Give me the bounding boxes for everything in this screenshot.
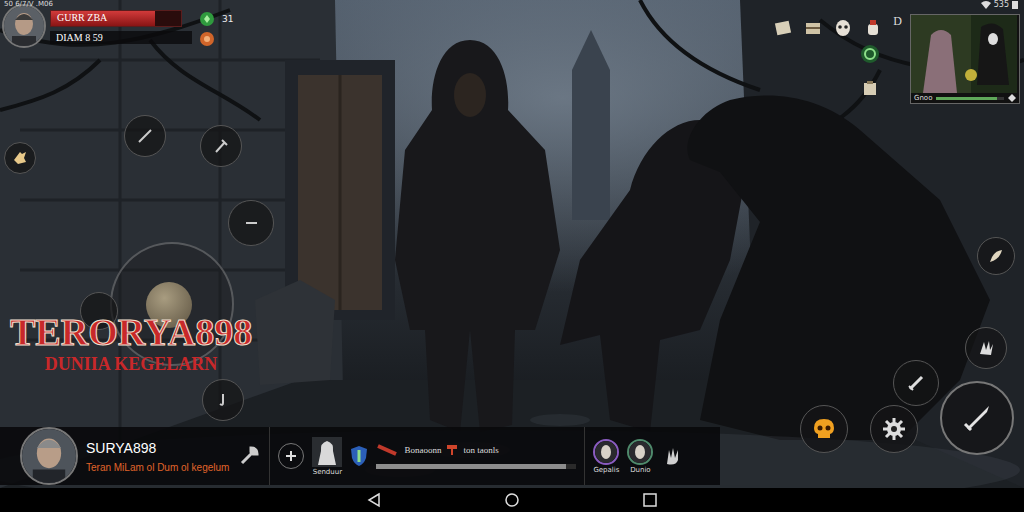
skill-button[interactable]	[202, 379, 244, 421]
minimap-bar	[936, 97, 1004, 100]
shield-icon[interactable]	[350, 445, 368, 467]
game-screen: 50 6/7/V .M06 535 GURR ZBA DIAM 8 59 31 D Gnoo…	[0, 0, 1024, 512]
logo-subtitle: DUNIIA KEGELARN	[45, 354, 218, 375]
portrait-icon	[629, 441, 651, 463]
logo-title: TERORYA898	[10, 310, 252, 354]
gear-icon	[882, 417, 906, 441]
quest-progress	[376, 464, 576, 469]
claw-icon	[976, 338, 996, 358]
health-bar: GURR ZBA	[50, 10, 182, 27]
skill-button[interactable]	[124, 115, 166, 157]
companion[interactable]: Gepalis	[593, 439, 619, 474]
stat-bar: DIAM 8 59	[50, 31, 192, 44]
character-card[interactable]: Senduur	[312, 437, 342, 476]
companion[interactable]: Dunio	[627, 439, 653, 474]
emote-button[interactable]	[4, 142, 36, 174]
feather-button[interactable]	[977, 237, 1015, 275]
profile-avatar[interactable]	[20, 427, 78, 485]
blade-icon	[136, 127, 154, 145]
wrench-icon[interactable]	[237, 444, 261, 468]
skill-button[interactable]	[200, 125, 242, 167]
player-panel[interactable]: GURR ZBA DIAM 8 59 31	[2, 4, 233, 48]
hooded-figure	[395, 40, 560, 432]
claw-button[interactable]	[965, 327, 1007, 369]
potion-icon[interactable]	[863, 18, 883, 38]
hud: 50 6/7/V .M06 535 GURR ZBA DIAM 8 59 31 D Gnoo…	[0, 0, 1024, 488]
hooded-creature	[687, 95, 990, 440]
mask-icon[interactable]	[833, 18, 853, 38]
profile-name: SURYA898	[86, 440, 229, 456]
face-icon	[22, 429, 76, 483]
scroll-icon[interactable]	[773, 18, 793, 38]
battery-icon	[1012, 0, 1018, 9]
diamond-icon	[1008, 94, 1016, 102]
feather-icon	[987, 247, 1005, 265]
status-time: 50 6/7/V .M06	[4, 0, 53, 8]
back-icon[interactable]	[366, 492, 382, 508]
quest-tag: ton taonls	[463, 445, 498, 455]
game-view: 50 6/7/V .M06 535 GURR ZBA DIAM 8 59 31 D Gnoo…	[0, 0, 1024, 488]
axe-icon	[212, 137, 230, 155]
bottom-bar: SURYA898 Teran MiLam ol Dum ol kegelum Sen…	[0, 427, 720, 485]
skill-button[interactable]	[228, 200, 274, 246]
battery-text: 535	[994, 0, 1009, 9]
recents-icon[interactable]	[642, 492, 658, 508]
gem-count: 31	[222, 14, 233, 24]
companion-label: Gepalis	[593, 466, 619, 474]
status-icons: 535	[981, 0, 1018, 9]
character-icon	[312, 437, 342, 467]
minimap-caption: Gnoo	[914, 94, 932, 102]
chest-icon[interactable]	[803, 18, 823, 38]
hook-icon	[214, 391, 232, 409]
sword-icon	[905, 372, 927, 394]
dagger-icon	[242, 214, 260, 232]
menu-button[interactable]	[278, 443, 304, 469]
profile-subtitle: Teran MiLam ol Dum ol kegelum	[86, 462, 229, 473]
banner-icon	[447, 445, 457, 455]
game-logo: TERORYA898DUNIIA KEGELARN	[10, 310, 252, 375]
compass-icon	[284, 449, 298, 463]
quest-progress-fill	[376, 464, 566, 469]
companion-portrait	[593, 439, 619, 465]
face-icon	[4, 6, 44, 46]
companion-label: Dunio	[630, 466, 651, 474]
blade-icon	[959, 400, 995, 436]
companion-portrait	[627, 439, 653, 465]
player-name: GURR ZBA	[51, 11, 181, 24]
wifi-icon	[981, 1, 991, 9]
attack-button[interactable]	[940, 381, 1014, 455]
quest-title: Bonaoonn	[404, 445, 441, 455]
gear-button[interactable]	[870, 405, 918, 453]
skull-button[interactable]	[800, 405, 848, 453]
green-orb-icon[interactable]	[860, 44, 880, 64]
coin-icon	[200, 32, 214, 46]
portrait-icon	[595, 441, 617, 463]
bag-icon[interactable]	[860, 78, 880, 98]
minimap-view	[911, 15, 1017, 93]
gem-icon	[200, 12, 214, 26]
quest-panel[interactable]: Bonaoonn ton taonls	[376, 444, 576, 469]
player-avatar[interactable]	[2, 4, 46, 48]
potion-icon	[376, 444, 398, 456]
minimap[interactable]: Gnoo	[910, 14, 1020, 104]
claw-hand-icon[interactable]	[661, 444, 685, 468]
card-label: Senduur	[313, 468, 342, 476]
skull-icon	[811, 416, 837, 442]
home-icon[interactable]	[504, 492, 520, 508]
map-marker: D	[893, 14, 902, 29]
sword-button[interactable]	[893, 360, 939, 406]
nav-bar	[0, 488, 1024, 512]
hand-icon	[10, 148, 30, 168]
